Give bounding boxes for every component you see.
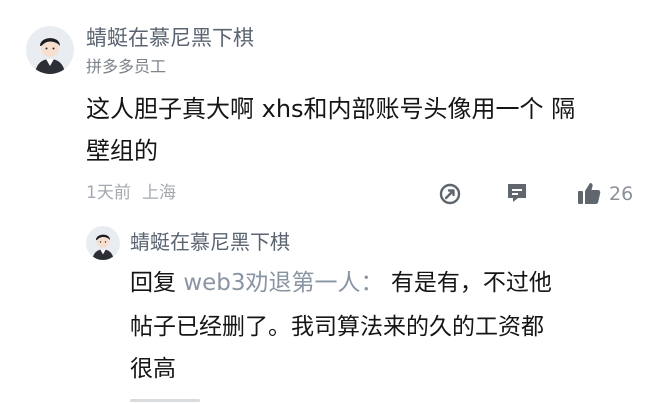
reply-text-line-1: 回复 web3劝退第一人： 有是有，不过他	[130, 266, 552, 300]
author-tag: 拼多多员工	[86, 57, 167, 76]
reply-text-line-2: 帖子已经删了。我司算法来的久的工资都	[130, 314, 544, 340]
reply-meta-partial	[130, 396, 220, 403]
avatar[interactable]	[86, 226, 120, 260]
reply-text-start: 有是有，不过他	[390, 270, 552, 296]
reply-prefix: 回复	[130, 270, 176, 296]
like-count: 26	[609, 183, 634, 205]
author-name[interactable]: 蜻蜓在慕尼黑下棋	[86, 24, 254, 52]
reply-target-name[interactable]: web3劝退第一人	[183, 270, 360, 296]
comment-text-line-2: 壁组的	[86, 137, 158, 165]
reply-author-name[interactable]: 蜻蜓在慕尼黑下棋	[130, 228, 290, 256]
comment-icon[interactable]	[505, 181, 529, 205]
share-icon[interactable]	[438, 182, 462, 206]
thumbs-up-icon[interactable]	[577, 181, 602, 206]
comment-location: 上海	[142, 183, 176, 203]
avatar[interactable]	[26, 26, 74, 74]
comment-time: 1天前	[86, 183, 131, 203]
comment-text-line-1: 这人胆子真大啊 xhs和内部账号头像用一个 隔	[86, 95, 576, 123]
reply-separator: ：	[360, 270, 384, 296]
reply-text-line-3: 很高	[130, 356, 176, 382]
